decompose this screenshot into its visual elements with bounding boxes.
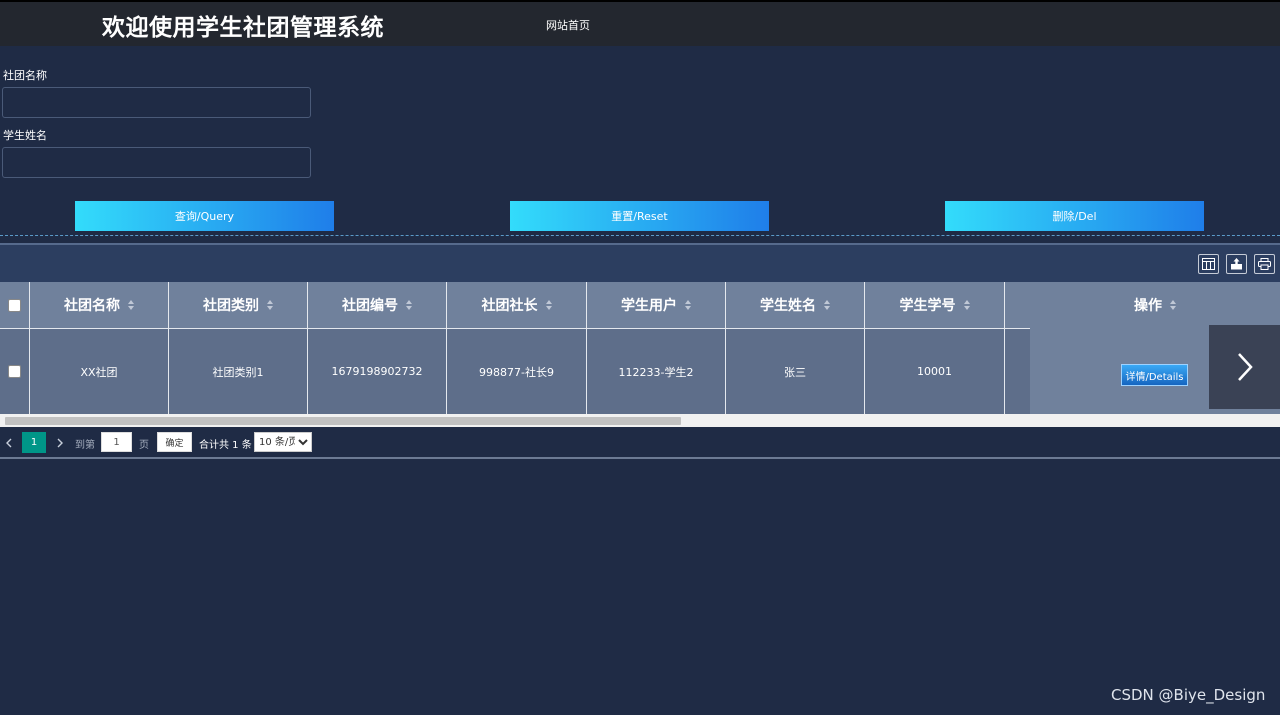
- cell-student-user: 112233-学生2: [587, 329, 726, 414]
- student-name-label: 学生姓名: [3, 129, 47, 142]
- goto-confirm-button[interactable]: 确定: [157, 432, 192, 452]
- sort-icon[interactable]: [267, 300, 273, 310]
- delete-button[interactable]: 删除/Del: [945, 201, 1204, 231]
- row-select-cell: [0, 329, 30, 414]
- select-all-cell: [0, 282, 30, 328]
- app-title: 欢迎使用学生社团管理系统: [102, 15, 384, 41]
- next-page-button[interactable]: [54, 436, 66, 450]
- chevron-right-icon: [1237, 353, 1253, 381]
- chevron-left-icon: [5, 438, 11, 448]
- column-header-president[interactable]: 社团社长: [447, 282, 587, 328]
- row-checkbox[interactable]: [8, 365, 21, 378]
- sort-icon[interactable]: [1170, 300, 1176, 310]
- column-header-club-type[interactable]: 社团类别: [169, 282, 308, 328]
- chevron-right-icon: [57, 438, 63, 448]
- column-header-hidden: [1005, 282, 1030, 328]
- print-icon[interactable]: [1254, 254, 1275, 274]
- cell-club-type: 社团类别1: [169, 329, 308, 414]
- student-name-input[interactable]: [2, 147, 311, 178]
- total-count: 合计共 1 条: [199, 440, 252, 451]
- column-header-student-user[interactable]: 学生用户: [587, 282, 726, 328]
- page-number-current[interactable]: 1: [22, 432, 46, 453]
- nav-home-link[interactable]: 网站首页: [546, 17, 590, 33]
- table-row[interactable]: XX社团 社团类别1 1679198902732 998877-社长9 1122…: [0, 328, 1030, 414]
- cell-club-no: 1679198902732: [308, 329, 447, 414]
- goto-suffix-label: 页: [139, 440, 149, 451]
- column-header-club-name[interactable]: 社团名称: [30, 282, 169, 328]
- sort-icon[interactable]: [963, 300, 970, 310]
- pagination: 1 到第 页 确定 合计共 1 条 10 条/页: [0, 429, 1280, 457]
- watermark: CSDN @Biye_Design: [1111, 686, 1266, 704]
- cell-president: 998877-社长9: [447, 329, 587, 414]
- cell-club-name: XX社团: [30, 329, 169, 414]
- horizontal-scrollbar[interactable]: [0, 414, 1280, 427]
- sort-icon[interactable]: [128, 300, 134, 310]
- scroll-right-button[interactable]: [1209, 325, 1280, 409]
- goto-prefix-label: 到第: [75, 440, 95, 451]
- bottom-divider: [0, 457, 1280, 459]
- cell-student-name: 张三: [726, 329, 865, 414]
- top-bar: 欢迎使用学生社团管理系统 网站首页: [0, 0, 1280, 46]
- sort-icon[interactable]: [406, 300, 412, 310]
- sort-icon[interactable]: [545, 300, 552, 310]
- scrollbar-thumb[interactable]: [5, 417, 681, 425]
- column-header-student-name[interactable]: 学生姓名: [726, 282, 865, 328]
- page-size-select[interactable]: 10 条/页: [254, 432, 312, 452]
- club-name-label: 社团名称: [3, 69, 47, 82]
- cell-student-no: 10001: [865, 329, 1005, 414]
- cell-hidden: [1005, 329, 1030, 414]
- club-name-input[interactable]: [2, 87, 311, 118]
- details-button[interactable]: 详情/Details: [1121, 364, 1188, 386]
- columns-filter-icon[interactable]: [1198, 254, 1219, 274]
- prev-page-button[interactable]: [2, 436, 14, 450]
- goto-page-input[interactable]: [101, 432, 132, 452]
- table-toolbar: [0, 245, 1280, 282]
- select-all-checkbox[interactable]: [8, 298, 21, 312]
- column-header-student-no[interactable]: 学生学号: [865, 282, 1005, 328]
- column-header-club-no[interactable]: 社团编号: [308, 282, 447, 328]
- dashed-divider: [0, 235, 1280, 236]
- query-button[interactable]: 查询/Query: [75, 201, 334, 231]
- table-header-row: 社团名称 社团类别 社团编号 社团社长 学生用户 学生姓名 学生学号: [0, 282, 1030, 328]
- reset-button[interactable]: 重置/Reset: [510, 201, 769, 231]
- sort-icon[interactable]: [824, 300, 830, 310]
- export-icon[interactable]: [1226, 254, 1247, 274]
- data-table: 社团名称 社团类别 社团编号 社团社长 学生用户 学生姓名 学生学号 XX社团 …: [0, 282, 1280, 414]
- column-header-operations[interactable]: 操作: [1030, 282, 1280, 328]
- sort-icon[interactable]: [685, 300, 691, 310]
